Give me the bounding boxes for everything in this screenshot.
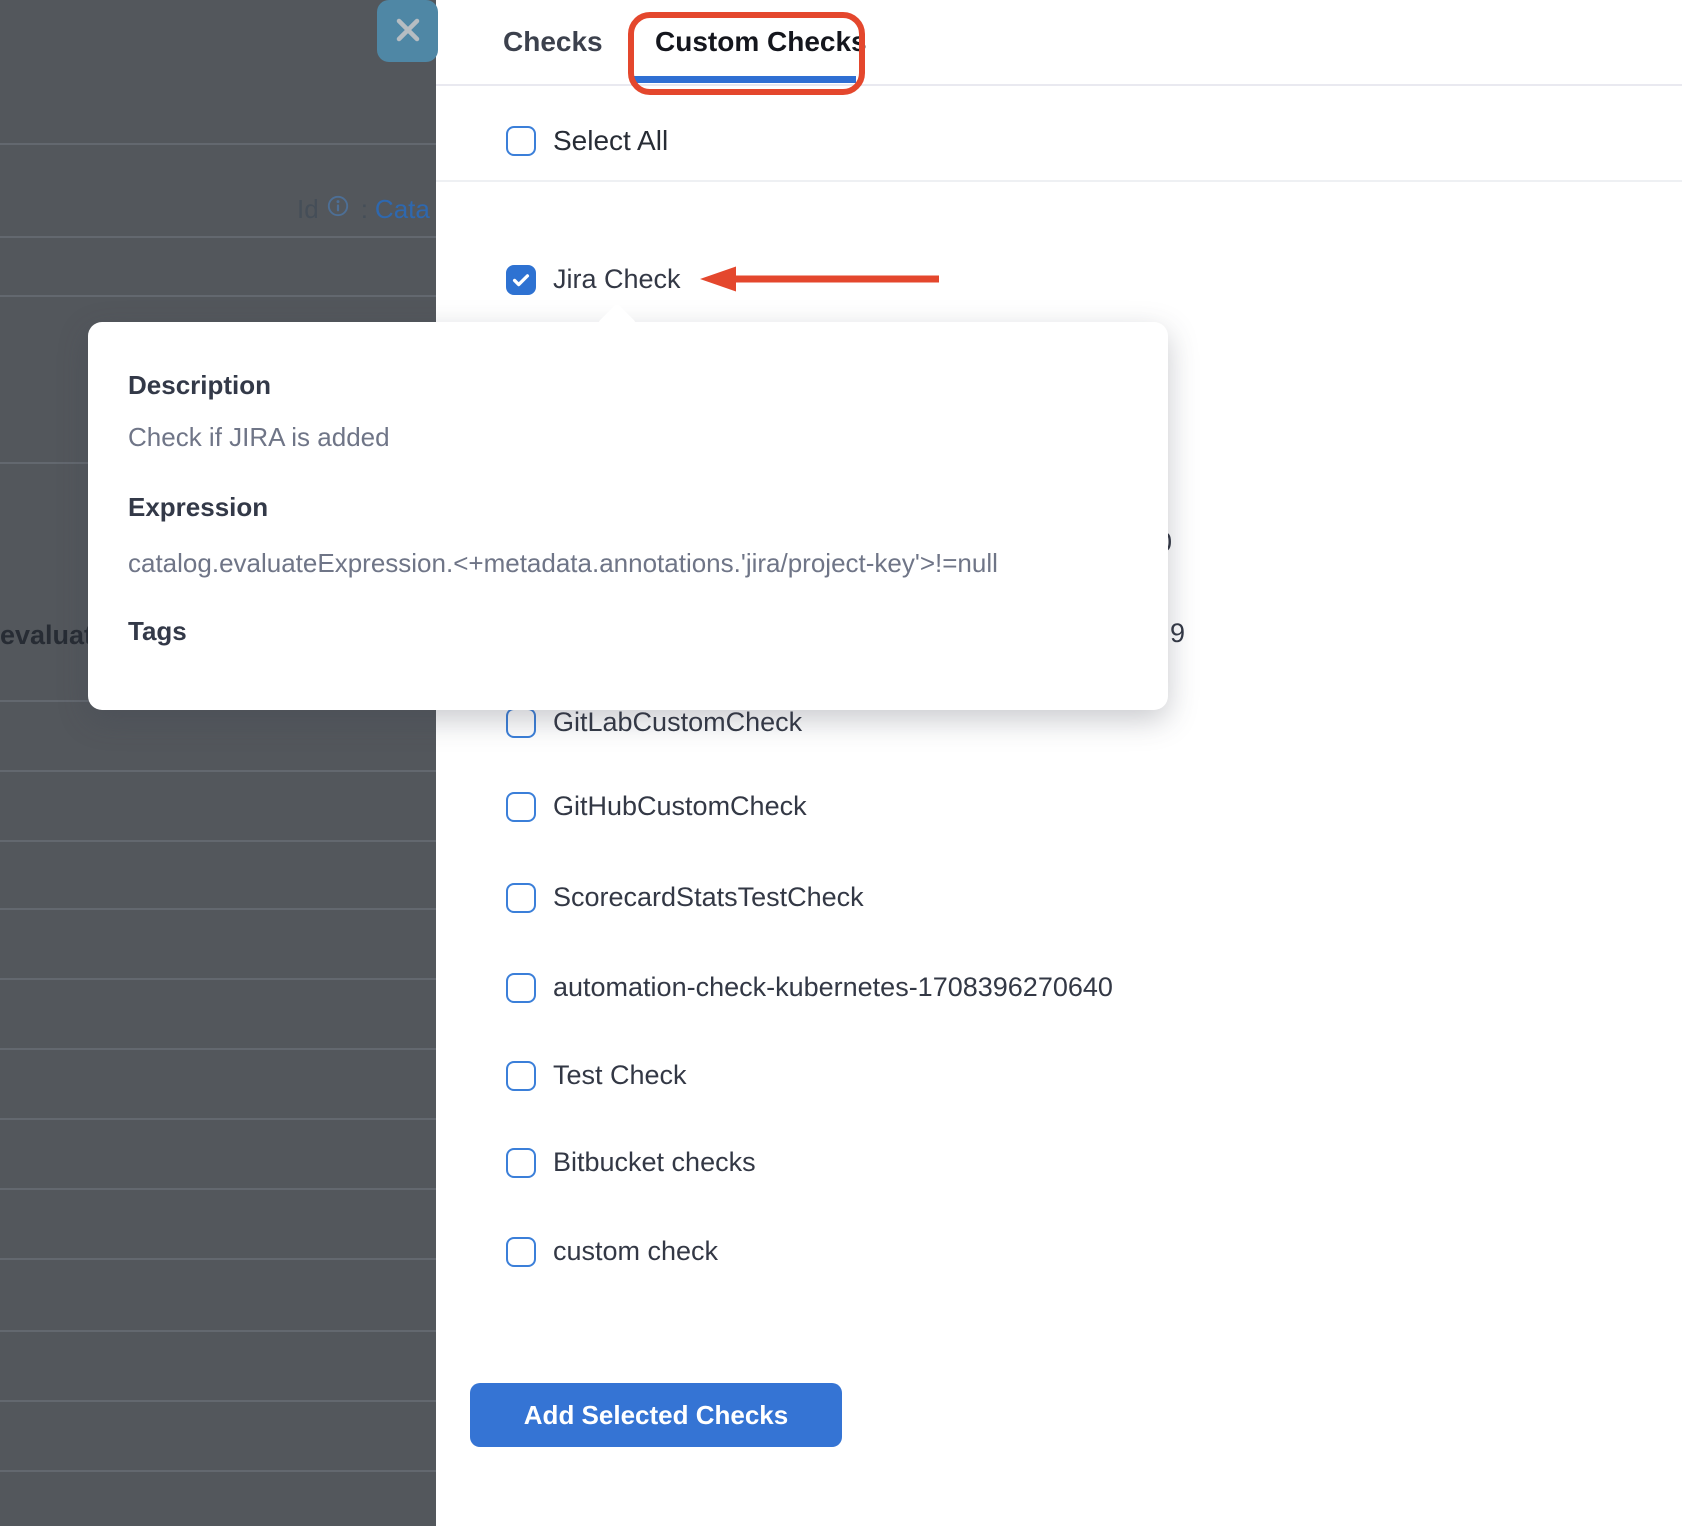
tooltip-expression-text: catalog.evaluateExpression.<+metadata.an… bbox=[128, 546, 1128, 580]
active-tab-underline bbox=[633, 76, 856, 83]
check-checkbox[interactable] bbox=[506, 1061, 536, 1091]
table-row-line bbox=[0, 1258, 436, 1260]
tab-bar-divider bbox=[436, 84, 1682, 86]
table-row-line bbox=[0, 295, 436, 297]
check-checkbox[interactable] bbox=[506, 265, 536, 295]
tooltip-expression-heading: Expression bbox=[128, 490, 1128, 524]
check-row[interactable]: Test Check bbox=[506, 1060, 687, 1091]
id-column-label: Id bbox=[297, 194, 319, 225]
check-row[interactable]: GitHubCustomCheck bbox=[506, 791, 807, 822]
check-row[interactable]: automation-check-kubernetes-170839627064… bbox=[506, 972, 1113, 1003]
annotation-arrow bbox=[698, 264, 942, 294]
check-label: automation-check-kubernetes-170839627064… bbox=[553, 972, 1113, 1003]
table-row-line bbox=[0, 770, 436, 772]
tooltip-tags-heading: Tags bbox=[128, 614, 1128, 648]
check-checkbox[interactable] bbox=[506, 1148, 536, 1178]
table-row-line bbox=[0, 840, 436, 842]
table-row-line bbox=[0, 978, 436, 980]
screen: Id : Cata evaluat Checks Custom Checks bbox=[0, 0, 1682, 1526]
obscured-item-fragment: 9 bbox=[1170, 618, 1185, 649]
check-checkbox[interactable] bbox=[506, 973, 536, 1003]
table-row-line bbox=[0, 1048, 436, 1050]
table-row-line bbox=[0, 1330, 436, 1332]
check-row[interactable]: Bitbucket checks bbox=[506, 1147, 756, 1178]
tooltip-description-heading: Description bbox=[128, 368, 1128, 402]
check-checkbox[interactable] bbox=[506, 1237, 536, 1267]
list-divider bbox=[436, 180, 1682, 182]
check-row[interactable]: ScorecardStatsTestCheck bbox=[506, 882, 864, 913]
check-label: Test Check bbox=[553, 1060, 687, 1091]
select-all-checkbox[interactable] bbox=[506, 126, 536, 156]
tab-checks[interactable]: Checks bbox=[503, 24, 603, 60]
checks-dialog: Checks Custom Checks Select All Jira Che… bbox=[436, 0, 1682, 1526]
close-button[interactable] bbox=[377, 0, 438, 62]
check-checkbox[interactable] bbox=[506, 883, 536, 913]
catalog-link-fragment: Cata bbox=[375, 194, 430, 225]
table-row-line bbox=[0, 1188, 436, 1190]
table-row-line bbox=[0, 908, 436, 910]
check-row[interactable]: custom check bbox=[506, 1236, 718, 1267]
check-label: Bitbucket checks bbox=[553, 1147, 756, 1178]
tooltip-description-text: Check if JIRA is added bbox=[128, 420, 1128, 454]
table-header-id: Id : Cata bbox=[297, 193, 430, 225]
check-checkbox[interactable] bbox=[506, 708, 536, 738]
header-colon: : bbox=[361, 194, 368, 225]
add-selected-checks-button[interactable]: Add Selected Checks bbox=[470, 1383, 842, 1447]
check-label: GitLabCustomCheck bbox=[553, 707, 802, 738]
close-icon bbox=[393, 15, 423, 48]
check-label: Jira Check bbox=[553, 264, 681, 295]
select-all-row[interactable]: Select All bbox=[506, 125, 668, 157]
table-row-line bbox=[0, 1400, 436, 1402]
dimmed-background-table: Id : Cata evaluat bbox=[0, 0, 436, 1526]
table-row-line bbox=[0, 1118, 436, 1120]
table-row-line bbox=[0, 1470, 436, 1472]
check-label: ScorecardStatsTestCheck bbox=[553, 882, 864, 913]
select-all-label: Select All bbox=[553, 125, 668, 157]
check-row[interactable]: Jira Check bbox=[506, 264, 681, 295]
info-icon bbox=[326, 194, 350, 225]
tab-custom-checks[interactable]: Custom Checks bbox=[655, 24, 867, 60]
check-label: custom check bbox=[553, 1236, 718, 1267]
table-row-line bbox=[0, 143, 436, 145]
check-details-tooltip: Description Check if JIRA is added Expre… bbox=[88, 322, 1168, 710]
check-label: GitHubCustomCheck bbox=[553, 791, 807, 822]
check-checkbox[interactable] bbox=[506, 792, 536, 822]
check-row[interactable]: GitLabCustomCheck bbox=[506, 707, 802, 738]
table-row-line bbox=[0, 236, 436, 238]
table-cell-fragment: evaluat bbox=[0, 620, 93, 651]
